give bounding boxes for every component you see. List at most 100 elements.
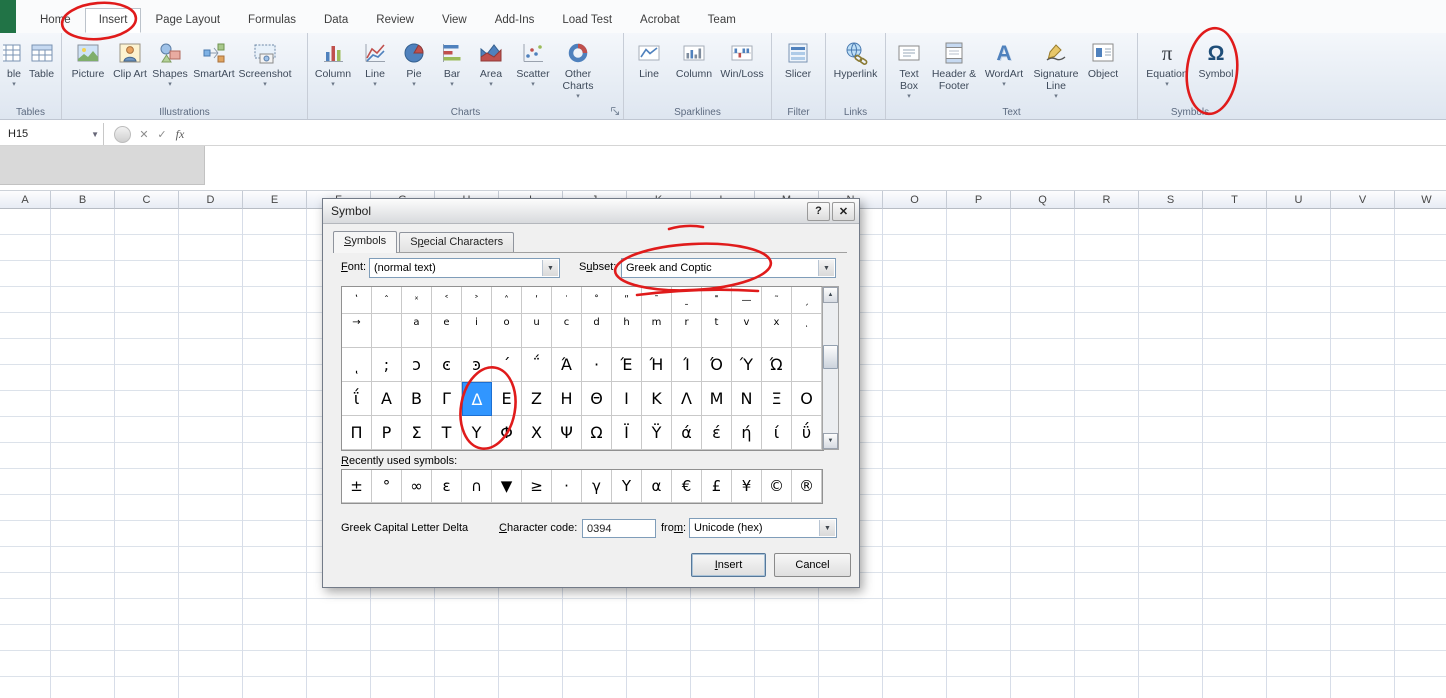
- smartart-button[interactable]: SmartArt: [191, 36, 237, 80]
- symbol-cell[interactable]: Ο: [792, 382, 822, 416]
- symbol-cell[interactable]: ˄: [492, 287, 522, 314]
- tab-home[interactable]: Home: [26, 8, 85, 33]
- symbol-cell[interactable]: Ζ: [522, 382, 552, 416]
- column-header-T[interactable]: T: [1203, 191, 1267, 209]
- tab-special-characters[interactable]: Special Characters: [399, 232, 515, 252]
- symbol-cell[interactable]: —: [732, 287, 762, 314]
- symbol-cell[interactable]: Ψ: [552, 416, 582, 450]
- character-code-input[interactable]: 0394: [582, 519, 656, 538]
- symbol-cell[interactable]: Σ: [402, 416, 432, 450]
- table-button[interactable]: Table: [25, 36, 58, 80]
- bar-chart-button[interactable]: Bar: [433, 36, 471, 89]
- symbol-cell[interactable]: Θ: [582, 382, 612, 416]
- symbol-cell[interactable]: ͺ: [792, 314, 822, 348]
- recent-symbol-cell[interactable]: α: [642, 470, 672, 503]
- column-header-A[interactable]: A: [0, 191, 51, 209]
- column-header-R[interactable]: R: [1075, 191, 1139, 209]
- symbol-cell[interactable]: ͼ: [432, 348, 462, 382]
- recent-symbol-cell[interactable]: ∞: [402, 470, 432, 503]
- column-header-Q[interactable]: Q: [1011, 191, 1075, 209]
- sparkline-winloss-button[interactable]: Win/Loss: [717, 36, 767, 80]
- symbol-cell[interactable]: ˍ: [672, 287, 702, 314]
- symbol-cell[interactable]: έ: [702, 416, 732, 450]
- recent-symbol-cell[interactable]: Υ: [612, 470, 642, 503]
- tab-symbols[interactable]: Symbols: [333, 231, 398, 253]
- symbol-cell[interactable]: u: [522, 314, 552, 348]
- symbol-cell[interactable]: Η: [552, 382, 582, 416]
- recent-symbol-cell[interactable]: °: [372, 470, 402, 503]
- tab-data[interactable]: Data: [310, 8, 362, 33]
- symbol-cell[interactable]: Ί: [672, 348, 702, 382]
- symbol-cell[interactable]: ;: [372, 348, 402, 382]
- symbol-cell[interactable]: i: [462, 314, 492, 348]
- symbol-cell[interactable]: Ρ: [372, 416, 402, 450]
- recent-symbol-cell[interactable]: €: [672, 470, 702, 503]
- close-icon[interactable]: ✕: [832, 201, 855, 221]
- tab-load-test[interactable]: Load Test: [548, 8, 626, 33]
- tab-page-layout[interactable]: Page Layout: [141, 8, 234, 33]
- symbol-cell[interactable]: Ύ: [732, 348, 762, 382]
- tab-view[interactable]: View: [428, 8, 481, 33]
- column-header-B[interactable]: B: [51, 191, 115, 209]
- symbol-cell[interactable]: Ό: [702, 348, 732, 382]
- symbol-cell[interactable]: e: [432, 314, 462, 348]
- symbol-cell[interactable]: ʺ: [612, 287, 642, 314]
- symbol-cell[interactable]: ˚: [582, 287, 612, 314]
- symbol-cell[interactable]: Λ: [672, 382, 702, 416]
- tab-team[interactable]: Team: [694, 8, 750, 33]
- symbol-cell[interactable]: m: [642, 314, 672, 348]
- symbol-cell[interactable]: v: [732, 314, 762, 348]
- symbol-cell[interactable]: Ω: [582, 416, 612, 450]
- symbol-cell[interactable]: Ϋ: [642, 416, 672, 450]
- symbol-cell[interactable]: t: [702, 314, 732, 348]
- symbol-cell[interactable]: Ϊ: [612, 416, 642, 450]
- slicer-button[interactable]: Slicer: [775, 36, 821, 80]
- pivottable-button-cutoff[interactable]: ble: [3, 36, 25, 89]
- signature-line-button[interactable]: Signature Line: [1029, 36, 1083, 101]
- symbol-cell[interactable]: ΅: [522, 348, 552, 382]
- symbol-cell[interactable]: [792, 348, 822, 382]
- scatter-chart-button[interactable]: Scatter: [511, 36, 555, 89]
- recent-symbol-cell[interactable]: ·: [552, 470, 582, 503]
- symbol-cell[interactable]: ˜: [762, 287, 792, 314]
- recent-symbol-cell[interactable]: ∩: [462, 470, 492, 503]
- cancel-icon[interactable]: ✕: [135, 128, 153, 141]
- symbol-cell[interactable]: Α: [372, 382, 402, 416]
- clip-art-button[interactable]: Clip Art: [111, 36, 149, 80]
- symbol-cell[interactable]: ˆ: [372, 287, 402, 314]
- symbol-cell[interactable]: ˏ: [792, 287, 822, 314]
- shapes-button[interactable]: Shapes: [149, 36, 191, 89]
- from-combobox[interactable]: Unicode (hex): [689, 518, 837, 538]
- symbol-cell[interactable]: ΄: [492, 348, 522, 382]
- symbol-cell[interactable]: Ν: [732, 382, 762, 416]
- tab-review[interactable]: Review: [362, 8, 428, 33]
- column-header-E[interactable]: E: [243, 191, 307, 209]
- recent-symbol-cell[interactable]: £: [702, 470, 732, 503]
- recent-symbol-cell[interactable]: ¥: [732, 470, 762, 503]
- recent-symbol-cell[interactable]: ε: [432, 470, 462, 503]
- symbol-cell[interactable]: ·: [582, 348, 612, 382]
- symbol-cell[interactable]: Ά: [552, 348, 582, 382]
- column-header-D[interactable]: D: [179, 191, 243, 209]
- symbol-cell[interactable]: Υ: [462, 416, 492, 450]
- insert-function-icon[interactable]: fx: [171, 127, 189, 142]
- object-button[interactable]: Object: [1083, 36, 1123, 80]
- recent-symbol-cell[interactable]: ©: [762, 470, 792, 503]
- screenshot-button[interactable]: Screenshot: [237, 36, 293, 89]
- symbol-cell[interactable]: Ξ: [762, 382, 792, 416]
- symbol-cell[interactable]: Τ: [432, 416, 462, 450]
- symbol-cell[interactable]: ͻ: [402, 348, 432, 382]
- tab-acrobat[interactable]: Acrobat: [626, 8, 694, 33]
- symbol-cell[interactable]: Χ: [522, 416, 552, 450]
- font-combobox[interactable]: (normal text): [369, 258, 560, 278]
- recent-symbol-cell[interactable]: ±: [342, 470, 372, 503]
- symbol-button[interactable]: Ω Symbol: [1193, 36, 1239, 81]
- name-box-resize-handle[interactable]: [114, 125, 131, 143]
- other-charts-button[interactable]: Other Charts: [555, 36, 601, 101]
- symbol-cell[interactable]: [372, 314, 402, 348]
- tab-insert[interactable]: Insert: [84, 8, 142, 33]
- symbol-cell[interactable]: x: [762, 314, 792, 348]
- column-chart-button[interactable]: Column: [311, 36, 355, 89]
- recent-symbol-cell[interactable]: ▼: [492, 470, 522, 503]
- wordart-button[interactable]: A WordArt: [979, 36, 1029, 89]
